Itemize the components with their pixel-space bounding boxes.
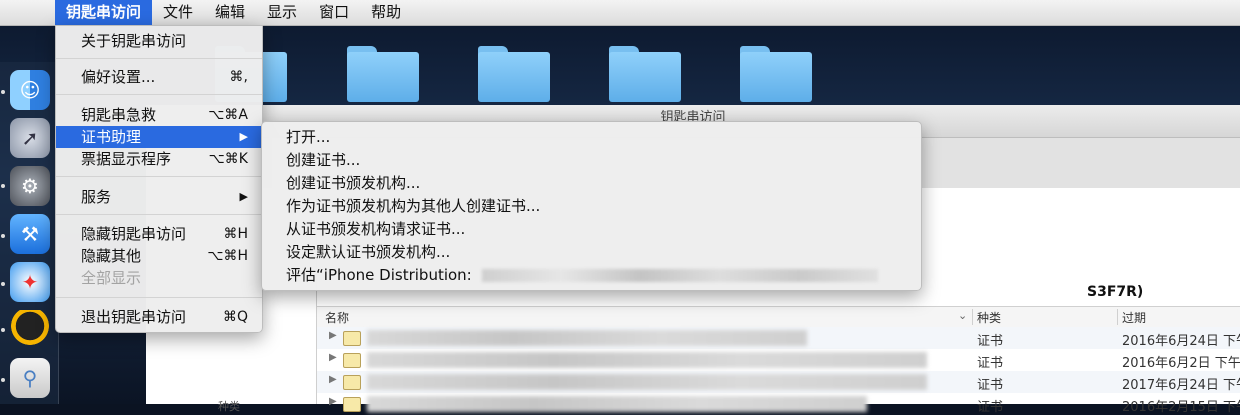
redacted-text [367, 396, 867, 412]
menu-item-show-all: 全部显示 [81, 269, 142, 287]
submenu-item-create-ca[interactable]: 创建证书颁发机构... [262, 172, 921, 194]
safari-icon[interactable]: ✦ [10, 262, 50, 302]
submenu-item-create-for-others[interactable]: 作为证书颁发机构为其他人创建证书... [262, 195, 921, 217]
dock: ☺ ➚ ⚙ ⚒ ✦ ⚲ [0, 62, 59, 404]
certificate-icon [343, 353, 361, 368]
running-indicator [1, 282, 5, 286]
row-kind: 证书 [977, 400, 1004, 415]
xcode-icon[interactable]: ⚒ [10, 214, 50, 254]
menu-item-services[interactable]: 服务 ▶ [56, 186, 262, 208]
menu-edit[interactable]: 编辑 [204, 0, 256, 25]
submenu-item-open[interactable]: 打开... [262, 126, 921, 148]
preview-icon[interactable]: ⚲ [10, 358, 50, 398]
menu-file[interactable]: 文件 [152, 0, 204, 25]
desktop-folder[interactable] [478, 46, 550, 102]
menu-item-certificate-assistant[interactable]: 证书助理 ▶ [56, 126, 262, 148]
table-row[interactable]: ▶ 证书 2016年6月24日 下午 [317, 327, 1240, 349]
sidebar-category-label: 种类 [218, 400, 240, 413]
menu-bar: 钥匙串访问 文件 编辑 显示 窗口 帮助 [0, 0, 1240, 26]
row-expires: 2016年6月24日 下午 [1122, 334, 1240, 349]
running-indicator [1, 234, 5, 238]
menu-help[interactable]: 帮助 [360, 0, 412, 25]
menu-item-hide-others[interactable]: 隐藏其他 ⌥⌘H [56, 245, 262, 267]
desktop-folder[interactable] [609, 46, 681, 102]
running-indicator [1, 328, 5, 332]
submenu-item-evaluate[interactable]: 评估“iPhone Distribution: [262, 264, 921, 286]
column-kind[interactable]: 种类 [977, 309, 1001, 326]
menu-keychain-access[interactable]: 钥匙串访问 [55, 0, 153, 25]
table-row[interactable]: ▶ 证书 2016年6月2日 下午 [317, 349, 1240, 371]
submenu-arrow-icon: ▶ [239, 130, 248, 143]
running-indicator [1, 184, 5, 188]
menu-window[interactable]: 窗口 [308, 0, 360, 25]
submenu-item-request-from-ca[interactable]: 从证书颁发机构请求证书... [262, 218, 921, 240]
disclosure-triangle-icon[interactable]: ▶ [329, 396, 337, 407]
desktop-folder[interactable] [347, 46, 419, 102]
system-preferences-icon[interactable]: ⚙ [10, 166, 50, 206]
disclosure-triangle-icon[interactable]: ▶ [329, 352, 337, 363]
menu-item-hide-app[interactable]: 隐藏钥匙串访问 ⌘H [56, 223, 262, 245]
redacted-text [367, 330, 807, 346]
row-kind: 证书 [977, 334, 1004, 349]
launchpad-icon[interactable]: ➚ [10, 118, 50, 158]
disclosure-triangle-icon[interactable]: ▶ [329, 330, 337, 341]
submenu-item-create-certificate[interactable]: 创建证书... [262, 149, 921, 171]
menu-item-about[interactable]: 关于钥匙串访问 [56, 30, 262, 52]
certificate-icon [343, 375, 361, 390]
menu-item-keychain-first-aid[interactable]: 钥匙串急救 ⌥⌘A [56, 104, 262, 126]
menu-item-preferences[interactable]: 偏好设置... ⌘, [56, 66, 262, 88]
qq-icon[interactable] [10, 310, 50, 350]
menu-item-ticket-viewer[interactable]: 票据显示程序 ⌥⌘K [56, 148, 262, 170]
row-expires: 2016年2月15日 下午 [1122, 400, 1240, 415]
running-indicator [1, 378, 5, 382]
row-expires: 2016年6月2日 下午 [1122, 356, 1240, 371]
certificate-heading: S3F7R) [1087, 284, 1144, 300]
table-header: 名称 ⌄ 种类 过期 [317, 306, 1240, 328]
certificate-assistant-submenu: 打开... 创建证书... 创建证书颁发机构... 作为证书颁发机构为其他人创建… [261, 121, 922, 291]
redacted-text [367, 352, 927, 368]
redacted-text [482, 269, 878, 282]
desktop-folder[interactable] [740, 46, 812, 102]
table-row[interactable]: ▶ 证书 2017年6月24日 下午 [317, 371, 1240, 393]
submenu-item-set-default-ca[interactable]: 设定默认证书颁发机构... [262, 241, 921, 263]
menu-view[interactable]: 显示 [256, 0, 308, 25]
row-expires: 2017年6月24日 下午 [1122, 378, 1240, 393]
menu-item-quit[interactable]: 退出钥匙串访问 ⌘Q [56, 306, 262, 328]
row-kind: 证书 [977, 356, 1004, 371]
submenu-arrow-icon: ▶ [239, 190, 248, 203]
redacted-text [367, 374, 927, 390]
column-name[interactable]: 名称 [325, 309, 349, 326]
disclosure-triangle-icon[interactable]: ▶ [329, 374, 337, 385]
running-indicator [1, 90, 5, 94]
table-row[interactable]: ▶ 证书 2016年2月15日 下午 [317, 393, 1240, 415]
certificate-icon [343, 397, 361, 412]
keychain-access-menu: 关于钥匙串访问 偏好设置... ⌘, 钥匙串急救 ⌥⌘A 证书助理 ▶ 票据显示程序 ⌥… [55, 25, 263, 333]
sort-chevron-icon[interactable]: ⌄ [958, 309, 967, 322]
certificate-icon [343, 331, 361, 346]
column-expires[interactable]: 过期 [1122, 309, 1146, 326]
row-kind: 证书 [977, 378, 1004, 393]
finder-icon[interactable]: ☺ [10, 70, 50, 110]
